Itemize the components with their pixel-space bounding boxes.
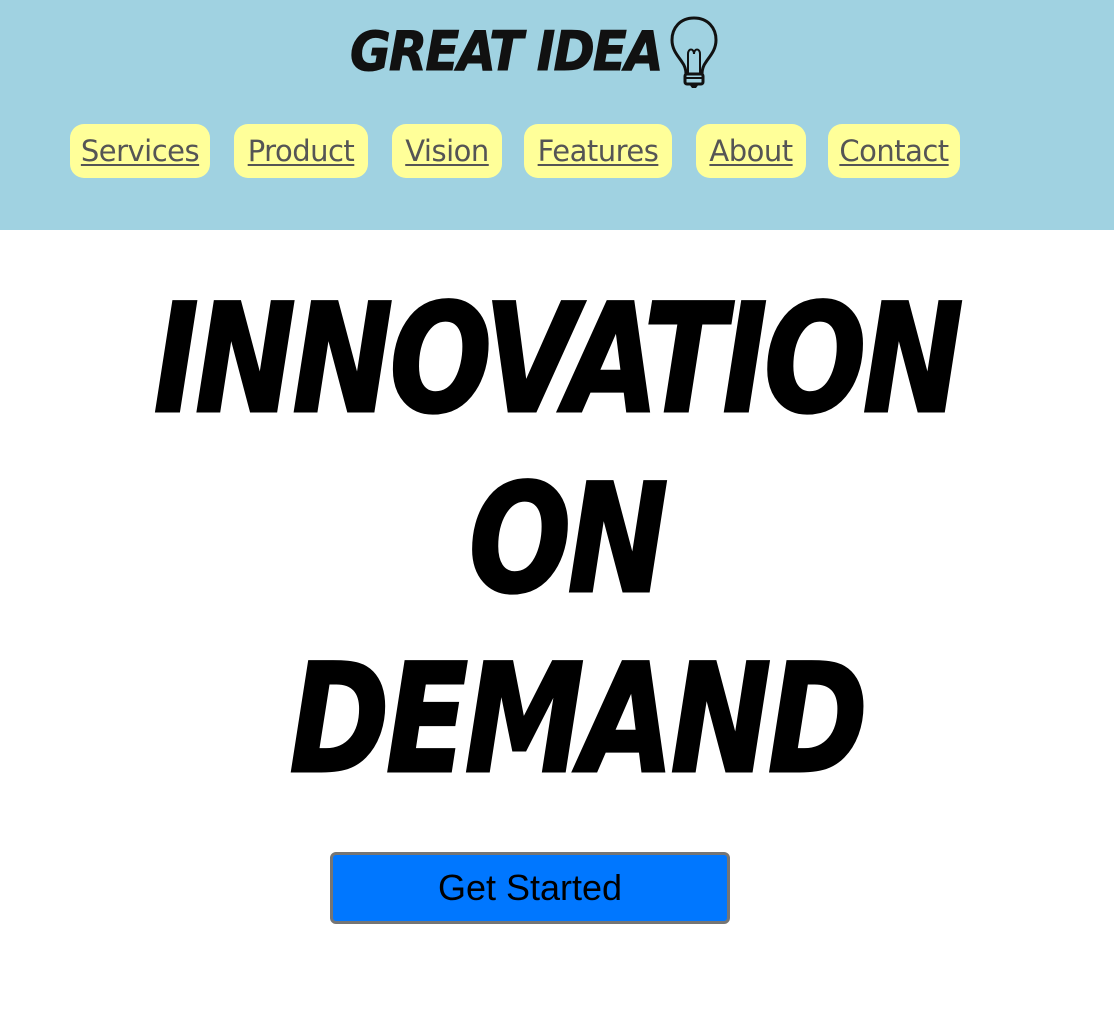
get-started-button[interactable]: Get Started [330,852,730,924]
nav-link-features[interactable]: Features [524,124,672,178]
logo-text: GREAT IDEA [350,20,664,83]
nav-link-about[interactable]: About [696,124,806,178]
hero-line-1: INNOVATION [153,272,965,449]
main-nav: Services Product Vision Features About C… [0,124,1114,178]
logo[interactable]: GREAT IDEA [350,12,718,92]
nav-link-product[interactable]: Product [234,124,368,178]
hero-line-2: ON [468,452,670,629]
nav-link-contact[interactable]: Contact [828,124,960,178]
nav-link-vision[interactable]: Vision [392,124,502,178]
lightbulb-icon [670,16,718,88]
site-header: GREAT IDEA Services Product Vision Featu… [0,0,1114,230]
nav-link-services[interactable]: Services [70,124,210,178]
hero-line-3: DEMAND [288,632,868,809]
hero-headline: INNOVATION ON DEMAND [0,270,1114,810]
